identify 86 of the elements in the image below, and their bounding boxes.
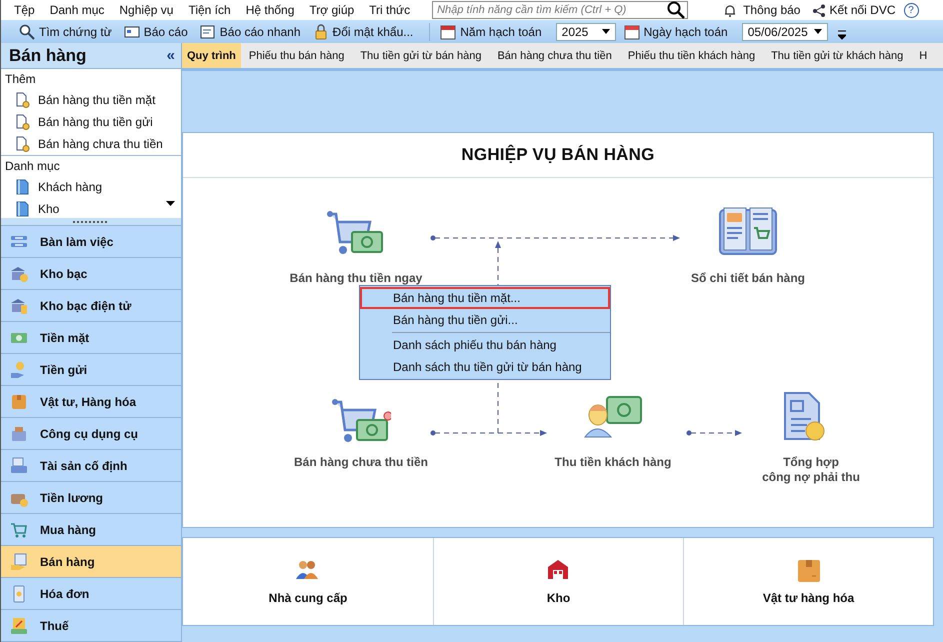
shortcut-tile[interactable]: Vật tư hàng hóa xyxy=(683,538,933,625)
nav-item[interactable]: Bàn làm việc xyxy=(1,226,181,258)
date-select[interactable]: 05/06/2025 xyxy=(742,22,828,40)
process-label[interactable]: Thu tiền khách hàng xyxy=(513,455,713,470)
nav-item[interactable]: Tài sản cố định xyxy=(1,450,181,482)
year-label: Năm hạch toán xyxy=(460,24,542,38)
nav-item[interactable]: Hóa đơn xyxy=(1,578,181,610)
menu-item[interactable]: Hệ thống xyxy=(238,3,302,17)
tab[interactable]: Thu tiền gửi từ bán hàng xyxy=(352,43,490,68)
sidebar-link[interactable]: Kho xyxy=(38,202,60,216)
caret-icon[interactable] xyxy=(602,29,610,34)
calendar-icon xyxy=(440,24,456,40)
nav-item[interactable]: Mua hàng xyxy=(1,514,181,546)
menu-item[interactable]: Tiện ích xyxy=(181,3,239,17)
nav-item[interactable]: Thuế xyxy=(1,610,181,642)
year-select[interactable]: 2025 xyxy=(556,22,616,40)
section-title: Thêm xyxy=(4,71,37,88)
menu-item[interactable]: Danh sách phiếu thu bán hàng xyxy=(360,334,610,356)
toolbar-button[interactable]: Báo cáo xyxy=(122,24,194,40)
menu-item[interactable]: Danh mục xyxy=(42,3,112,17)
search-icon[interactable] xyxy=(667,1,686,19)
tab[interactable]: Phiếu thu bán hàng xyxy=(240,43,352,68)
process-label[interactable]: Bán hàng chưa thu tiền xyxy=(261,455,461,470)
search-field[interactable]: Nhập tính năng cần tìm kiếm (Ctrl + Q) xyxy=(432,1,688,19)
connect-link[interactable]: Kết nối DVC xyxy=(829,3,896,17)
menu-item[interactable]: Bán hàng thu tiền mặt... xyxy=(360,287,610,309)
tab[interactable]: Quy trình xyxy=(182,43,241,68)
report-icon xyxy=(200,24,216,40)
scroll-down-icon[interactable] xyxy=(166,201,175,206)
menu-item[interactable]: Nghiệp vụ xyxy=(112,3,182,17)
nav-item[interactable]: Kho bạc điện tử xyxy=(1,290,181,322)
menu-item[interactable]: Bán hàng thu tiền gửi... xyxy=(360,309,610,331)
process-label[interactable]: Bán hàng thu tiền ngay xyxy=(256,271,456,286)
document-icon xyxy=(16,136,30,152)
nav-item[interactable]: Bán hàng xyxy=(1,546,181,578)
nav-item[interactable]: Tiền gửi xyxy=(1,354,181,386)
sidebar-link[interactable]: Bán hàng thu tiền gửi xyxy=(38,115,153,129)
report-icon xyxy=(124,24,140,40)
sidebar-link[interactable]: Khách hàng xyxy=(38,180,102,194)
toolbar-button[interactable]: Tìm chứng từ xyxy=(17,24,118,40)
network-icon xyxy=(812,4,826,16)
help-button[interactable]: ? xyxy=(904,2,919,18)
menu-item[interactable]: Danh sách thu tiền gửi từ bán hàng xyxy=(360,356,610,378)
collapse-button[interactable]: « xyxy=(166,47,175,64)
dashed-arrow xyxy=(686,430,742,436)
box-icon xyxy=(10,392,28,410)
book-icon[interactable] xyxy=(718,206,778,256)
calendar-icon xyxy=(624,24,640,40)
tab[interactable]: H xyxy=(911,43,936,68)
overflow-icon[interactable] xyxy=(838,30,846,40)
sidebar-link[interactable]: Bán hàng chưa thu tiền xyxy=(38,137,163,151)
cart-icon xyxy=(10,520,28,538)
nav-item[interactable]: Tiền mặt xyxy=(1,322,181,354)
document-icon xyxy=(16,92,30,108)
menu-item[interactable]: Trợ giúp xyxy=(302,3,362,17)
nav-item[interactable]: Tiền lương xyxy=(1,482,181,514)
bank-icon xyxy=(10,296,28,314)
shortcut-tile[interactable]: Nhà cung cấp xyxy=(183,538,433,625)
nav-item[interactable]: Công cụ dụng cụ xyxy=(1,418,181,450)
tax-icon xyxy=(10,616,28,634)
nav-item[interactable]: Vật tư, Hàng hóa xyxy=(1,386,181,418)
menu-item[interactable]: Tệp xyxy=(7,3,43,17)
section-title: Danh mục xyxy=(4,158,61,175)
process-label[interactable]: Sổ chi tiết bán hàng xyxy=(648,271,848,286)
box-icon xyxy=(796,558,820,582)
nav-item[interactable]: Kho bạc xyxy=(1,258,181,290)
panel-title: Bán hàng xyxy=(9,46,86,66)
document-icon xyxy=(16,114,30,130)
tab[interactable]: Phiếu thu tiền khách hàng xyxy=(620,43,764,68)
toolbar-button[interactable]: Báo cáo nhanh xyxy=(198,24,307,40)
bell-icon xyxy=(724,4,736,16)
tab[interactable]: Thu tiền gửi từ khách hàng xyxy=(763,43,912,68)
date-label: Ngày hạch toán xyxy=(644,24,728,38)
shortcut-tile[interactable]: Kho xyxy=(433,538,683,625)
document-icon xyxy=(16,179,30,195)
sidebar-link[interactable]: Bán hàng thu tiền mặt xyxy=(38,93,156,107)
menu-item[interactable]: Tri thức xyxy=(362,3,418,17)
process-label[interactable]: Tổng hợp công nợ phải thu xyxy=(711,455,911,485)
bank-icon xyxy=(10,264,28,282)
lock-icon xyxy=(312,24,329,40)
tab[interactable]: Bán hàng chưa thu tiền xyxy=(489,43,620,68)
caret-icon[interactable] xyxy=(814,29,822,34)
toolbar-button[interactable]: Đổi mật khẩu... xyxy=(310,24,420,40)
diagram-title: NGHIỆP VỤ BÁN HÀNG xyxy=(461,145,655,165)
search-icon xyxy=(19,24,35,40)
notifications-link[interactable]: Thông báo xyxy=(743,3,800,17)
